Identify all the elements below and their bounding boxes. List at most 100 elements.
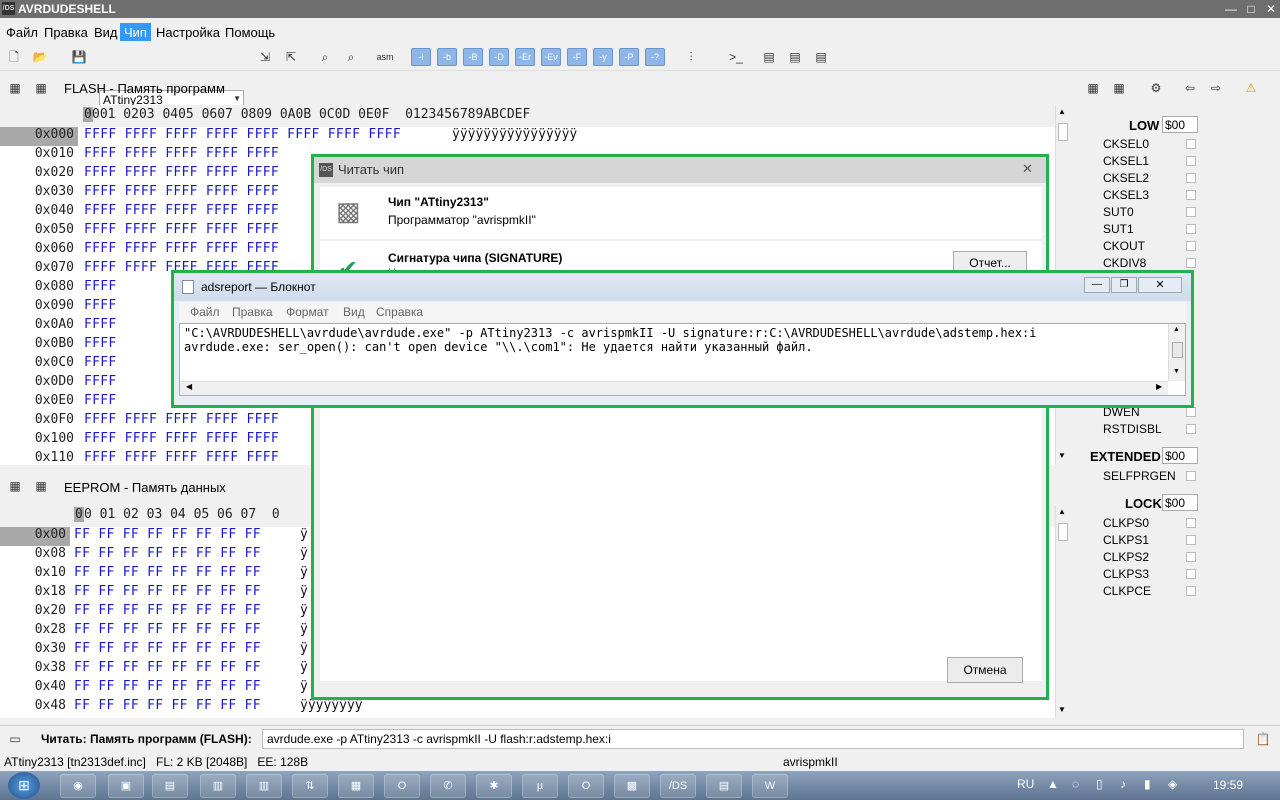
notepad-menu-help[interactable]: Справка	[376, 305, 423, 319]
opt-i-button[interactable]: -i	[411, 48, 431, 66]
network-app-icon[interactable]: ⇅	[292, 774, 328, 798]
menu-view[interactable]: Вид	[90, 23, 122, 41]
opt-b-button[interactable]: -b	[437, 48, 457, 66]
opt-help-button[interactable]: -?	[645, 48, 665, 66]
fuse-bit-checkbox[interactable]	[1186, 139, 1196, 149]
pdf-icon[interactable]: ▥	[200, 774, 236, 798]
fuse-bit-checkbox[interactable]	[1186, 190, 1196, 200]
fuse-bit-checkbox[interactable]	[1186, 569, 1196, 579]
minimize-icon[interactable]: —	[1084, 277, 1110, 293]
fuse-bit-checkbox[interactable]	[1186, 207, 1196, 217]
fuse-bit-checkbox[interactable]	[1186, 258, 1196, 268]
scroll-up-icon[interactable]: ▲	[1173, 326, 1180, 333]
pdf2-icon[interactable]: ▥	[246, 774, 282, 798]
flash-write-icon[interactable]: ▦	[30, 77, 52, 99]
fuse-bit-checkbox[interactable]	[1186, 586, 1196, 596]
notepad-menu-edit[interactable]: Правка	[232, 305, 273, 319]
fuse-bit-checkbox[interactable]	[1186, 156, 1196, 166]
eeprom-read-icon[interactable]: ▦	[4, 475, 26, 497]
sliders-icon[interactable]: ⫶	[680, 46, 702, 68]
chip-program-icon[interactable]: ▤	[758, 46, 780, 68]
network-icon[interactable]: ◈	[1168, 777, 1177, 791]
eeprom-scrollbar[interactable]: ▲ ▼	[1055, 505, 1070, 718]
flash-scroll-thumb[interactable]	[1058, 123, 1068, 141]
scroll-down-icon[interactable]: ▼	[1173, 368, 1180, 375]
fuse-bit-checkbox[interactable]	[1186, 173, 1196, 183]
chip-verify-icon[interactable]: ▤	[784, 46, 806, 68]
scroll-right-icon[interactable]: ▶	[1156, 382, 1162, 391]
command-field[interactable]: avrdude.exe -p ATtiny2313 -c avrispmkII …	[262, 729, 1244, 749]
eeprom-scroll-thumb[interactable]	[1058, 523, 1068, 541]
fuse-bit-checkbox[interactable]	[1186, 424, 1196, 434]
fuse-bit-checkbox[interactable]	[1186, 518, 1196, 528]
app-red-icon[interactable]: ✱	[476, 774, 512, 798]
menu-chip[interactable]: Чип	[120, 23, 151, 41]
warning-icon[interactable]: ⚠	[1240, 77, 1262, 99]
clock[interactable]: 19:59	[1213, 778, 1243, 792]
table-row[interactable]: 0x48 FF FF FF FF FF FF FF FF ÿÿÿÿÿÿÿÿ	[0, 698, 1055, 717]
tray-device-icon[interactable]: ▯	[1096, 777, 1103, 791]
fuse-save-icon[interactable]: ⇨	[1205, 77, 1227, 99]
fuse-low-value[interactable]: $00	[1162, 116, 1198, 133]
volume-icon[interactable]: ♪	[1120, 777, 1126, 791]
opt-F-button[interactable]: -F	[567, 48, 587, 66]
language-indicator[interactable]: RU	[1017, 777, 1034, 791]
close-icon[interactable]: ✕	[1138, 277, 1182, 293]
clipboard-icon[interactable]: 📋	[1252, 728, 1274, 750]
scroll-left-icon[interactable]: ◀	[186, 382, 192, 391]
menu-edit[interactable]: Правка	[40, 23, 92, 41]
cancel-button[interactable]: Отмена	[947, 657, 1023, 683]
table-row[interactable]: 0x000 FFFF FFFF FFFF FFFF FFFF FFFF FFFF …	[0, 127, 1055, 146]
close-icon[interactable]: ✕	[1262, 1, 1280, 17]
flash-read-icon[interactable]: ▦	[4, 77, 26, 99]
tray-app-icon[interactable]: ◌	[1072, 777, 1079, 791]
calculator-icon[interactable]: ▦	[338, 774, 374, 798]
opt-y-button[interactable]: -y	[593, 48, 613, 66]
open-folder-icon[interactable]: 📂	[29, 46, 51, 68]
fuse-write-icon[interactable]: ▦	[1108, 77, 1130, 99]
fuse-settings-icon[interactable]: ⚙	[1145, 77, 1167, 99]
fuse-load-icon[interactable]: ⇦	[1179, 77, 1201, 99]
fuse-read-icon[interactable]: ▦	[1082, 77, 1104, 99]
avrdudeshell-task-icon[interactable]: /DS	[660, 774, 696, 798]
chip-erase-icon[interactable]: ▤	[810, 46, 832, 68]
opt-Er-button[interactable]: -Er	[515, 48, 535, 66]
opera-icon[interactable]: O	[384, 774, 420, 798]
scroll-up-icon[interactable]: ▲	[1058, 507, 1066, 516]
scroll-down-icon[interactable]: ▼	[1058, 451, 1066, 460]
notepad-vscroll[interactable]: ▲ ▼	[1168, 324, 1185, 381]
tray-expand-icon[interactable]: ▲	[1047, 777, 1059, 791]
maximize-icon[interactable]: □	[1242, 1, 1260, 17]
menu-settings[interactable]: Настройка	[152, 23, 224, 41]
scroll-up-icon[interactable]: ▲	[1058, 107, 1066, 116]
opt-D-button[interactable]: -D	[489, 48, 509, 66]
opera2-icon[interactable]: O	[568, 774, 604, 798]
console-icon[interactable]: ▭	[4, 728, 26, 750]
media-icon[interactable]: ▣	[108, 774, 144, 798]
word-icon[interactable]: W	[752, 774, 788, 798]
app-case-icon[interactable]: ▩	[614, 774, 650, 798]
save-icon[interactable]: 💾	[68, 46, 90, 68]
opt-Ev-button[interactable]: -Ev	[541, 48, 561, 66]
fuse-bit-checkbox[interactable]	[1186, 552, 1196, 562]
signal-icon[interactable]: ▮	[1144, 777, 1151, 791]
chip-write-icon[interactable]: ⇱	[280, 46, 302, 68]
notepad-text-area[interactable]: "C:\AVRDUDESHELL\avrdude\avrdude.exe" -p…	[179, 323, 1186, 396]
notepad-menu-view[interactable]: Вид	[343, 305, 365, 319]
viber-icon[interactable]: ✆	[430, 774, 466, 798]
fuse-bit-checkbox[interactable]	[1186, 241, 1196, 251]
minimize-icon[interactable]: —	[1222, 1, 1240, 17]
binoculars-next-icon[interactable]: ⌕	[340, 46, 362, 68]
notepad-menu-file[interactable]: Файл	[190, 305, 220, 319]
notepad-menu-format[interactable]: Формат	[286, 305, 329, 319]
chip-read-icon[interactable]: ⇲	[254, 46, 276, 68]
menu-help[interactable]: Помощь	[221, 23, 279, 41]
fuse-lock-value[interactable]: $00	[1162, 494, 1198, 511]
start-button[interactable]: ⊞	[8, 772, 40, 799]
fuse-extended-value[interactable]: $00	[1162, 447, 1198, 464]
fuse-bit-checkbox[interactable]	[1186, 535, 1196, 545]
opt-P-button[interactable]: -P	[619, 48, 639, 66]
fuse-bit-checkbox[interactable]	[1186, 407, 1196, 417]
asm-icon[interactable]: asm	[374, 46, 396, 68]
scroll-down-icon[interactable]: ▼	[1058, 705, 1066, 714]
